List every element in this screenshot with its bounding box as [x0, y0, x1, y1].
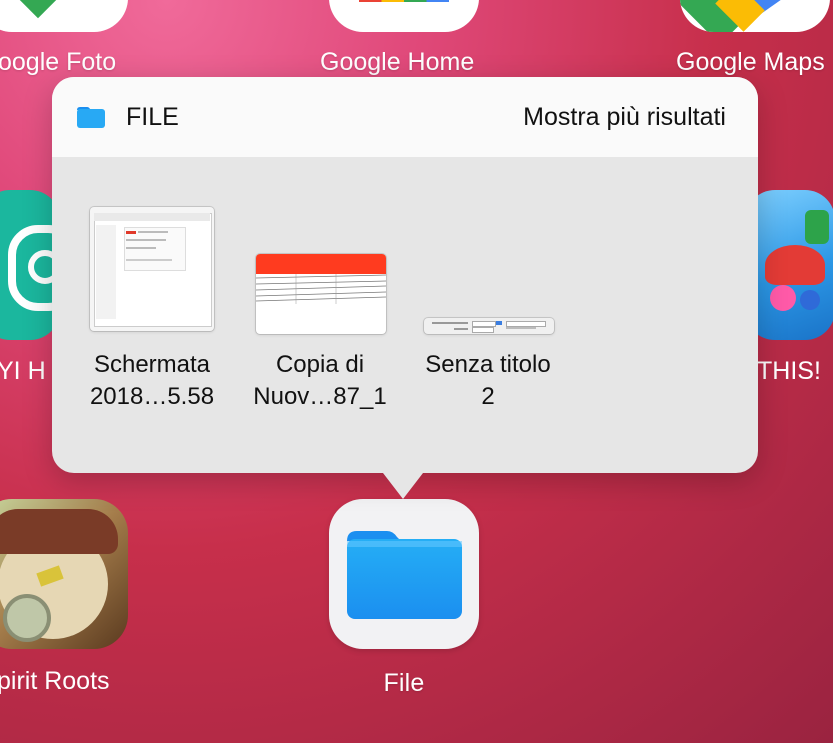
popover-arrow	[383, 473, 423, 499]
files-folder-icon[interactable]	[329, 499, 479, 649]
app-label-files: File	[383, 669, 425, 697]
file-item[interactable]: Schermata 2018…5.58	[82, 207, 222, 413]
file-thumbnail-document	[424, 318, 554, 334]
files-app[interactable]: File	[329, 499, 479, 698]
spirit-roots-icon[interactable]	[0, 499, 128, 649]
popover-section-title: FILE	[126, 102, 179, 131]
file-thumbnail-screenshot	[90, 207, 214, 331]
file-name-line2: Nuov…87_1	[253, 383, 387, 410]
game-icon[interactable]	[745, 190, 833, 340]
file-item[interactable]: Copia di Nuov…87_1	[250, 207, 390, 413]
google-photos-icon[interactable]	[0, 0, 128, 32]
file-name-line2: 2018…5.58	[89, 383, 215, 410]
file-thumbnail-spreadsheet	[256, 254, 386, 334]
popover-header: FILE Mostra più risultati	[52, 77, 758, 157]
app-label-spirit-roots: pirit Roots	[0, 667, 110, 695]
file-item[interactable]: Senza titolo 2	[418, 207, 558, 413]
show-more-results-link[interactable]: Mostra più risultati	[523, 103, 726, 132]
app-label-google-photos: oogle Foto	[0, 48, 117, 76]
yi-home-icon[interactable]	[0, 190, 60, 340]
folder-icon	[76, 105, 106, 129]
file-name-line2: 2	[481, 383, 495, 410]
app-label-google-home: Google Home	[320, 48, 475, 76]
google-home-icon[interactable]	[329, 0, 479, 32]
file-name-line1: Copia di	[275, 351, 365, 378]
popover-title: FILE	[76, 103, 179, 132]
file-name-line1: Schermata	[93, 351, 211, 378]
google-maps-icon[interactable]	[680, 0, 830, 32]
files-quick-actions-popover: FILE Mostra più risultati Schermata 2018…	[52, 77, 758, 499]
app-label-google-maps: Google Maps	[676, 48, 825, 76]
app-label-yi-home: YI H	[0, 357, 46, 385]
app-label-game: THIS!	[757, 357, 821, 385]
file-name-line1: Senza titolo	[425, 351, 551, 378]
